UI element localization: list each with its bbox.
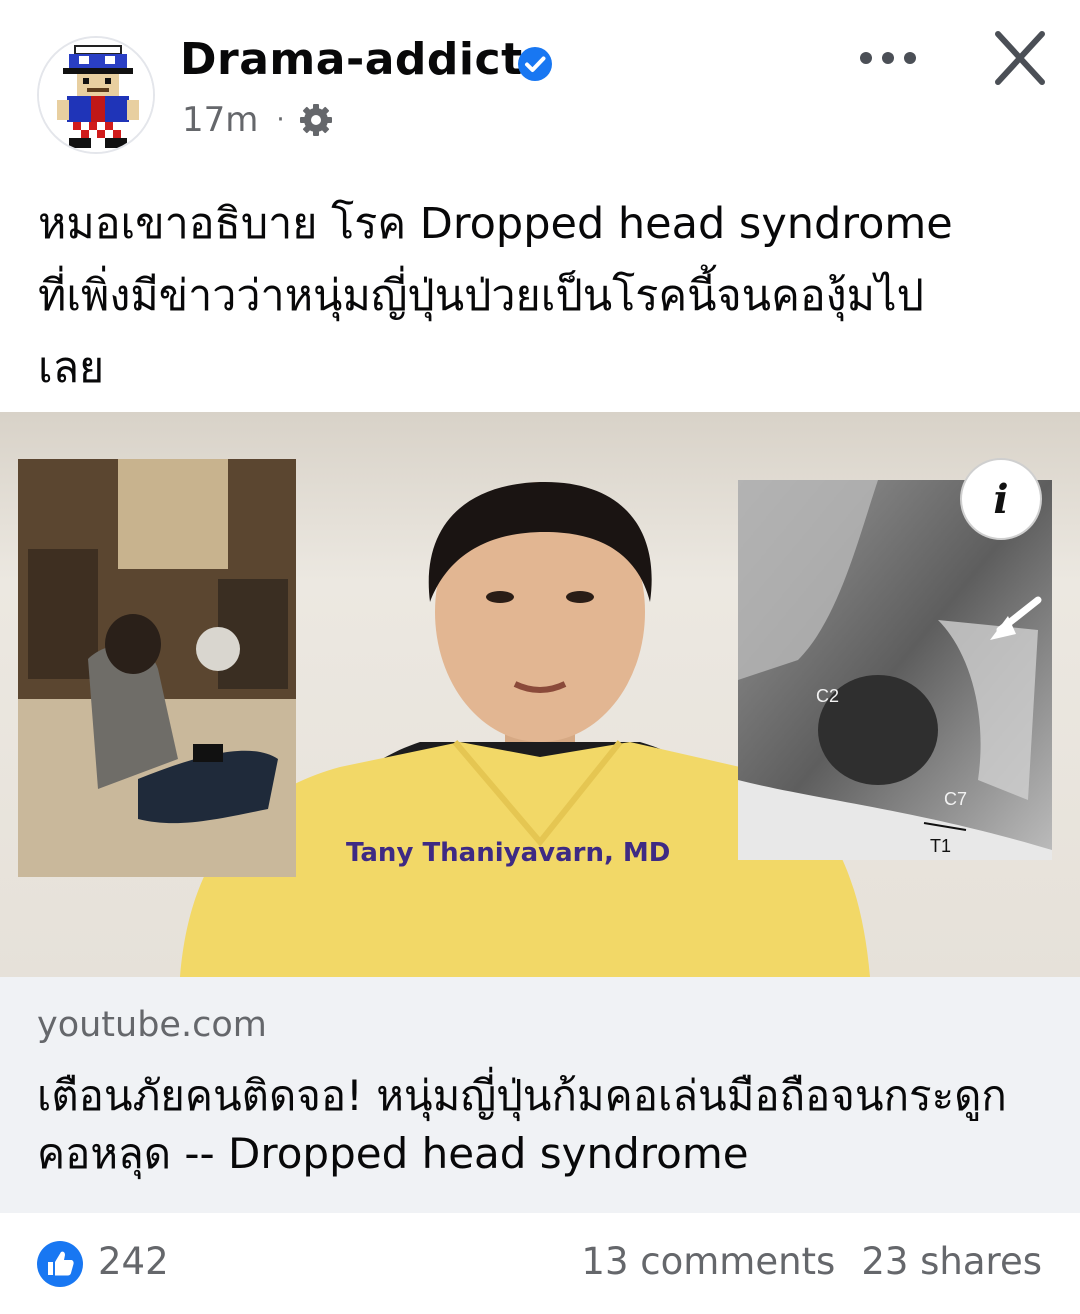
close-icon[interactable] [984,26,1056,90]
link-preview-card[interactable]: youtube.com เตือนภัยคนติดจอ! หนุ่มญี่ปุ่… [0,977,1080,1213]
post-text: หมอเขาอธิบาย โรค Dropped head syndrome ท… [38,199,953,393]
post-meta: 17m · [182,100,333,140]
verified-badge-icon [518,47,552,81]
xray-label-t1: T1 [930,836,951,856]
link-title: เตือนภัยคนติดจอ! หนุ่มญี่ปุ่นก้มคอเล่นมื… [37,1071,1007,1178]
engagement-counts: 13 comments 23 shares [555,1240,1042,1283]
link-domain: youtube.com [37,1005,267,1045]
info-icon[interactable]: i [960,458,1042,540]
avatar[interactable] [37,36,155,154]
comments-count[interactable]: 13 comments [581,1240,835,1283]
gear-icon [299,104,332,136]
like-count[interactable]: 242 [98,1240,169,1283]
page-name[interactable]: Drama-addict [180,34,523,85]
shares-count[interactable]: 23 shares [861,1240,1042,1283]
more-options-icon[interactable] [852,30,924,86]
xray-label-c2: C2 [816,686,839,706]
link-preview-image[interactable]: C2 C7 T1 i Tany Thaniyavarn, MD [0,412,1080,977]
post-header: Drama-addict 17m · [0,0,1080,170]
like-icon[interactable] [36,1240,84,1288]
xray-label-c7: C7 [944,789,967,809]
person-on-phone-photo [18,459,296,877]
post-timestamp[interactable]: 17m [182,100,258,140]
pixel-character-avatar-icon [39,38,153,152]
meta-separator: · [276,105,285,135]
doctor-name-overlay: Tany Thaniyavarn, MD [346,838,671,868]
